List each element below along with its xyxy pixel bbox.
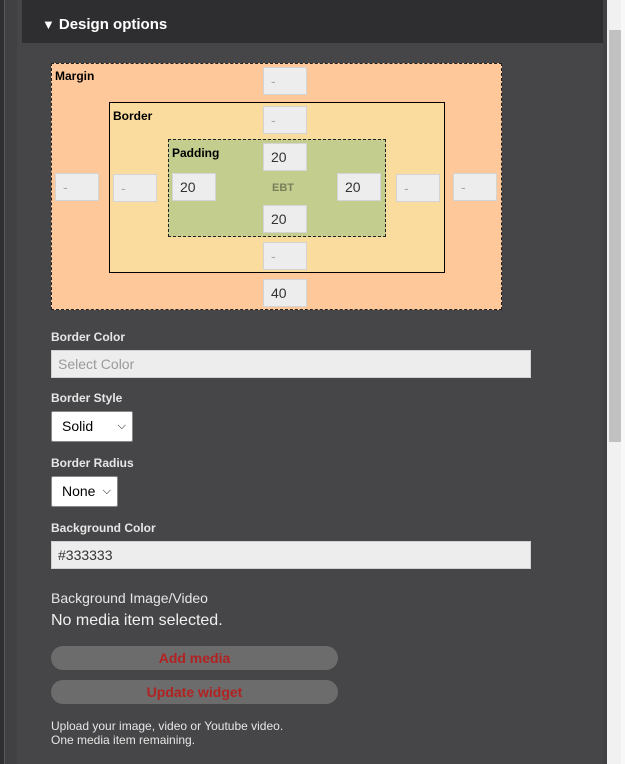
padding-label: Padding — [172, 146, 220, 160]
margin-right-input[interactable]: - — [453, 173, 497, 201]
border-bottom-input[interactable]: - — [263, 242, 307, 270]
border-left-input[interactable]: - — [113, 174, 157, 202]
border-style-label: Border Style — [51, 391, 123, 405]
section-title-text: Design options — [58, 16, 168, 33]
margin-label: Margin — [55, 69, 95, 83]
border-style-value: Solid — [62, 418, 94, 434]
border-label: Border — [113, 109, 153, 123]
margin-bottom-input[interactable]: 40 — [263, 279, 307, 307]
border-radius-value: None — [62, 483, 96, 499]
padding-right-input[interactable]: 20 — [337, 173, 381, 201]
chevron-down-icon: ⌵ — [102, 485, 111, 497]
border-style-select[interactable]: Solid ⌵ — [51, 411, 133, 442]
background-media-label: Background Image/Video — [51, 590, 208, 606]
border-color-input[interactable]: Select Color — [51, 350, 531, 378]
border-top-input[interactable]: - — [263, 106, 307, 134]
margin-top-input[interactable]: - — [263, 67, 307, 95]
border-color-label: Border Color — [51, 330, 126, 344]
media-help-line-2: One media item remaining. — [51, 733, 196, 747]
media-help-line-1: Upload your image, video or Youtube vide… — [51, 719, 284, 733]
media-status-text: No media item selected. — [51, 612, 223, 629]
content-label: EBT — [272, 182, 294, 194]
add-media-button[interactable]: Add media — [51, 646, 338, 670]
design-options-header[interactable]: ▼ Design options — [22, 0, 603, 43]
section-title: ▼ Design options — [42, 16, 167, 33]
update-widget-button[interactable]: Update widget — [51, 680, 338, 704]
padding-left-input[interactable]: 20 — [172, 173, 216, 201]
scrollbar-edge — [621, 0, 625, 764]
padding-bottom-input[interactable]: 20 — [263, 205, 307, 233]
background-color-label: Background Color — [51, 521, 156, 535]
border-radius-label: Border Radius — [51, 456, 134, 470]
chevron-down-icon: ⌵ — [117, 420, 126, 432]
margin-left-input[interactable]: - — [55, 173, 99, 201]
padding-top-input[interactable]: 20 — [263, 143, 307, 171]
background-color-input[interactable]: #333333 — [51, 541, 531, 569]
caret-down-icon: ▼ — [42, 17, 55, 32]
border-radius-select[interactable]: None ⌵ — [51, 476, 118, 507]
border-right-input[interactable]: - — [396, 174, 440, 202]
